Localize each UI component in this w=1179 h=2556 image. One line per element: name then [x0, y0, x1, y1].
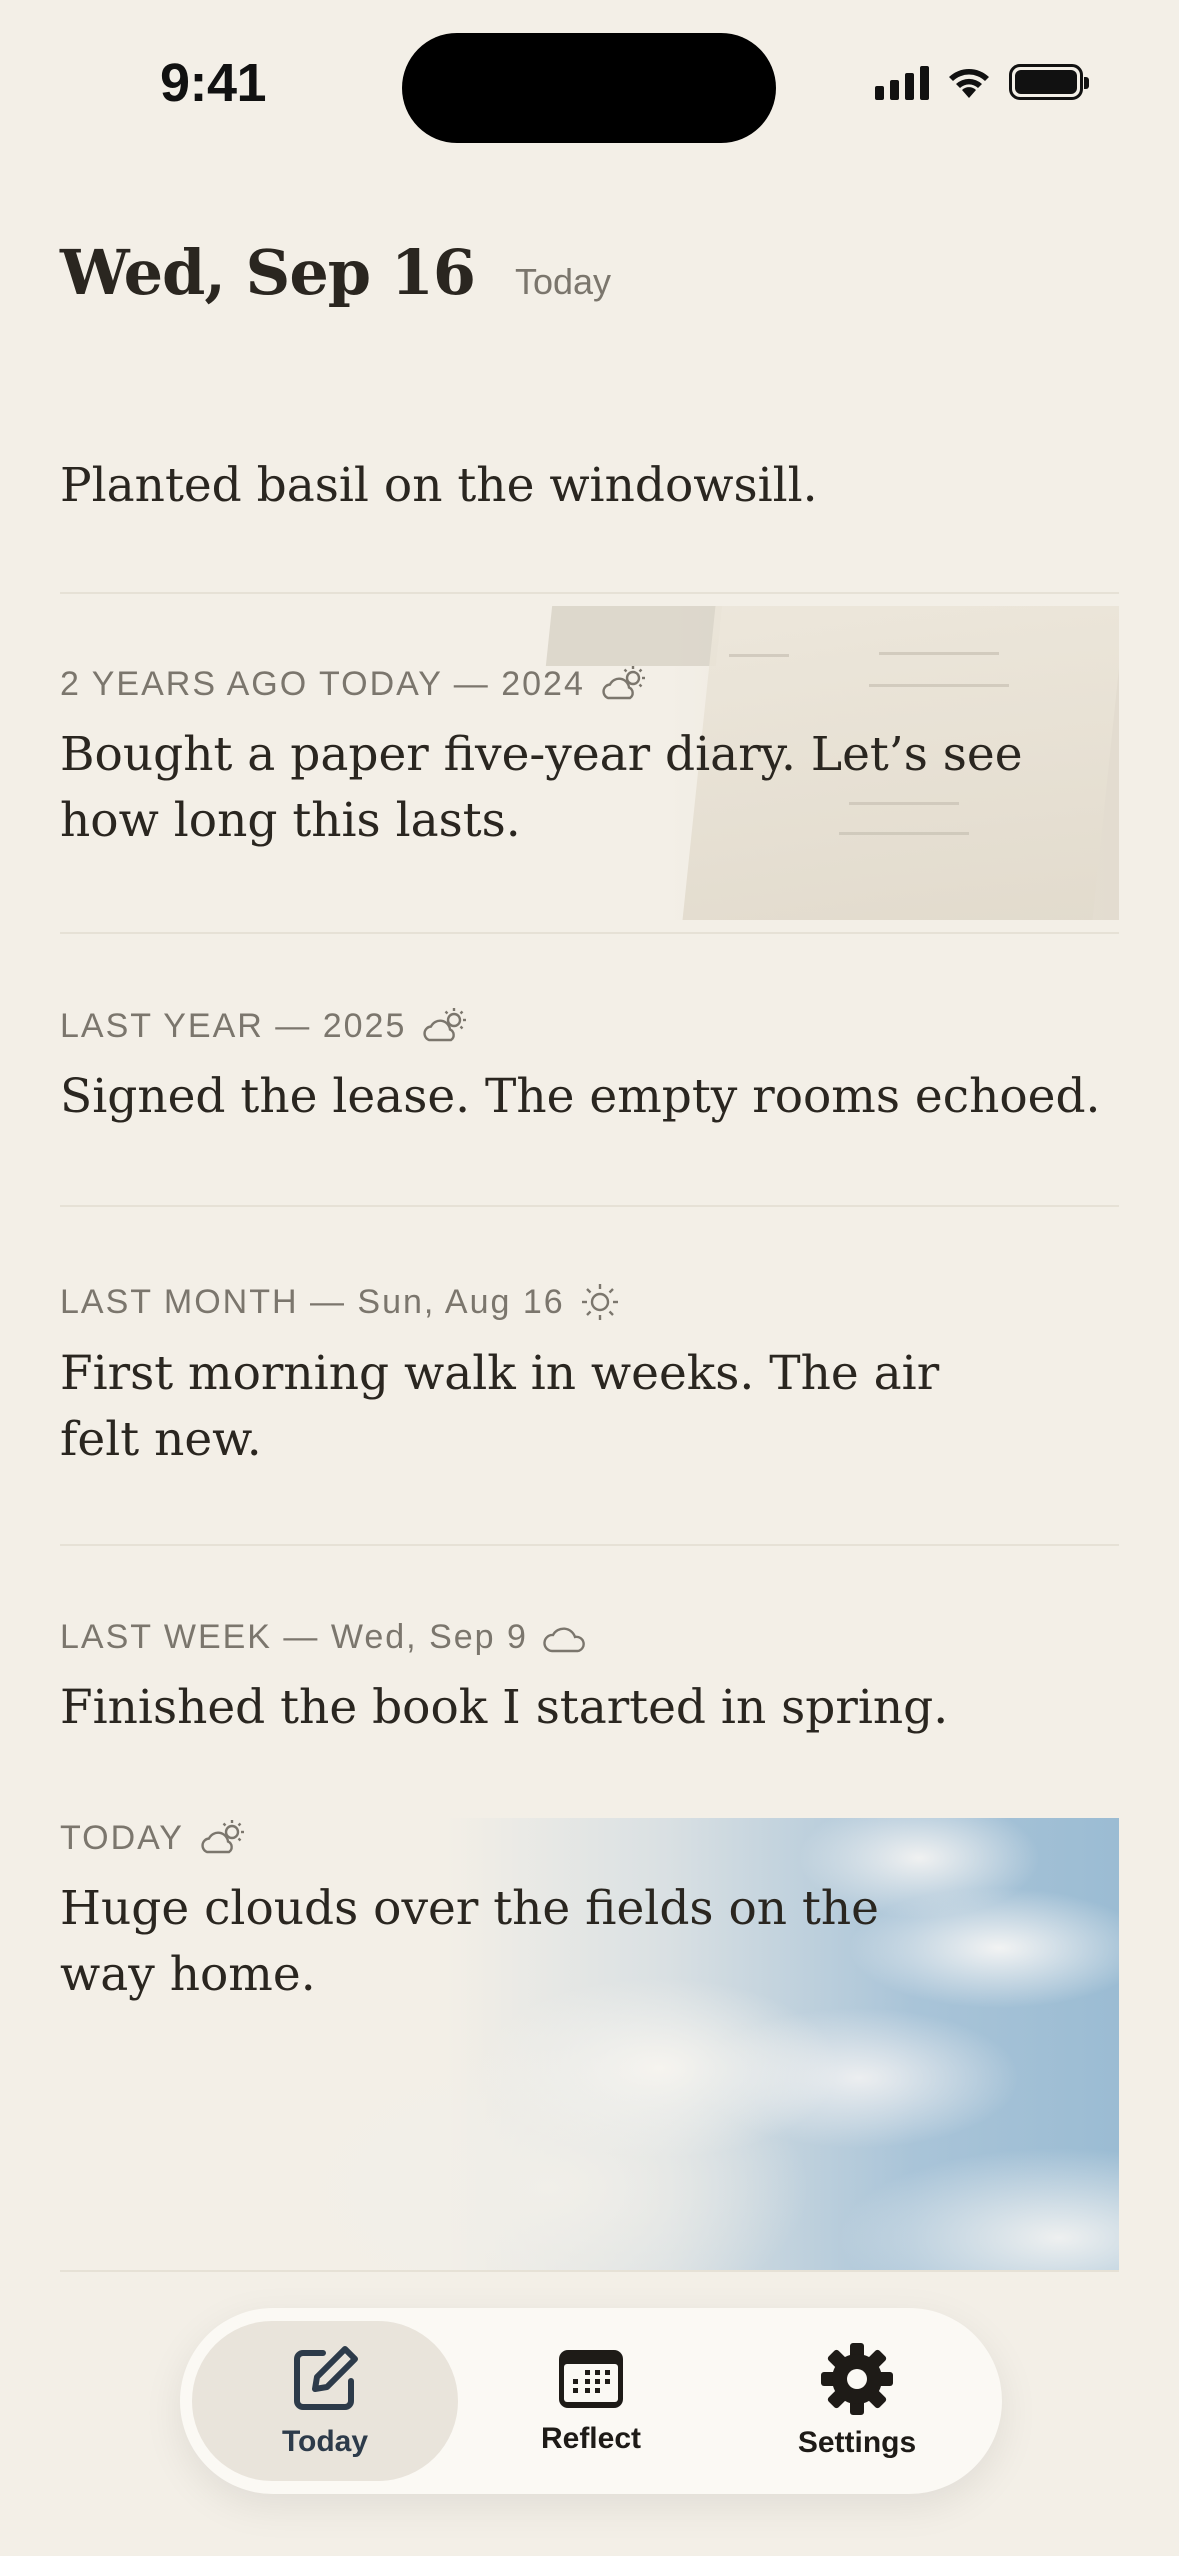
- status-time: 9:41: [160, 53, 267, 113]
- entry-meta: LAST YEAR — 2025: [60, 1006, 1119, 1046]
- entry-meta: LAST WEEK — Wed, Sep 9: [60, 1618, 1119, 1657]
- entry-date-label: LAST YEAR — 2025: [60, 1006, 407, 1045]
- page-header: Wed, Sep 16 Today: [60, 236, 611, 309]
- tab-today[interactable]: Today: [192, 2321, 458, 2481]
- sun-icon: [581, 1284, 618, 1320]
- dynamic-island: [402, 33, 776, 143]
- entry-text: Signed the lease. The empty rooms echoed…: [60, 1069, 1101, 1124]
- entry-date-label: TODAY: [60, 1818, 184, 1857]
- cellular-signal-icon: [875, 64, 929, 100]
- status-bar: 9:41: [0, 0, 1179, 170]
- memory-entry-today[interactable]: TODAY Huge clouds over the fields on the…: [60, 1818, 1119, 2270]
- entry-text: Huge clouds over the fields on the way h…: [60, 1881, 879, 2002]
- gear-icon: [821, 2343, 893, 2415]
- entry-text: Bought a paper five-year diary. Let’s se…: [60, 727, 1023, 848]
- divider: [60, 1544, 1119, 1546]
- today-entry-input[interactable]: Planted basil on the windowsill.: [60, 458, 818, 513]
- partly-cloudy-icon: [423, 1008, 467, 1042]
- entry-meta: LAST MONTH — Sun, Aug 16: [60, 1281, 1119, 1323]
- partly-cloudy-icon: [201, 1820, 244, 1854]
- tab-settings[interactable]: Settings: [724, 2321, 990, 2481]
- status-icons: [875, 64, 1089, 100]
- tab-label: Reflect: [540, 2422, 642, 2455]
- entry-meta: TODAY: [60, 1818, 1119, 1858]
- divider: [60, 932, 1119, 934]
- calendar-icon: [559, 2350, 623, 2408]
- partly-cloudy-icon: [602, 666, 645, 700]
- memory-entry-2-years-ago[interactable]: 2 YEARS AGO TODAY — 2024 Bought a paper …: [60, 606, 1119, 920]
- cloud-icon: [543, 1627, 585, 1652]
- divider: [60, 2270, 1119, 2272]
- divider: [60, 1205, 1119, 1207]
- tab-reflect[interactable]: Reflect: [458, 2321, 724, 2481]
- entry-text: Finished the book I started in spring.: [60, 1680, 949, 1735]
- compose-icon: [294, 2346, 358, 2410]
- tab-label: Today: [281, 2425, 369, 2458]
- entry-text: First morning walk in weeks. The air fel…: [60, 1346, 940, 1467]
- divider: [60, 592, 1119, 594]
- battery-icon: [1009, 64, 1089, 100]
- memory-entry-last-month[interactable]: LAST MONTH — Sun, Aug 16 First morning w…: [60, 1219, 1119, 1529]
- tab-bar: Today Reflect Settings: [180, 2308, 1002, 2494]
- page-title: Wed, Sep 16: [60, 236, 476, 309]
- entry-meta: 2 YEARS AGO TODAY — 2024: [60, 664, 1119, 704]
- tab-label: Settings: [797, 2426, 917, 2459]
- entry-date-label: 2 YEARS AGO TODAY — 2024: [60, 664, 585, 703]
- today-tag: Today: [514, 261, 612, 302]
- wifi-icon: [949, 69, 989, 98]
- memory-entry-last-year[interactable]: LAST YEAR — 2025 Signed the lease. The e…: [60, 946, 1119, 1196]
- entry-date-label: LAST WEEK — Wed, Sep 9: [60, 1618, 528, 1656]
- entry-date-label: LAST MONTH — Sun, Aug 16: [60, 1282, 565, 1321]
- memory-entry-last-week[interactable]: LAST WEEK — Wed, Sep 9 Finished the book…: [60, 1558, 1119, 1748]
